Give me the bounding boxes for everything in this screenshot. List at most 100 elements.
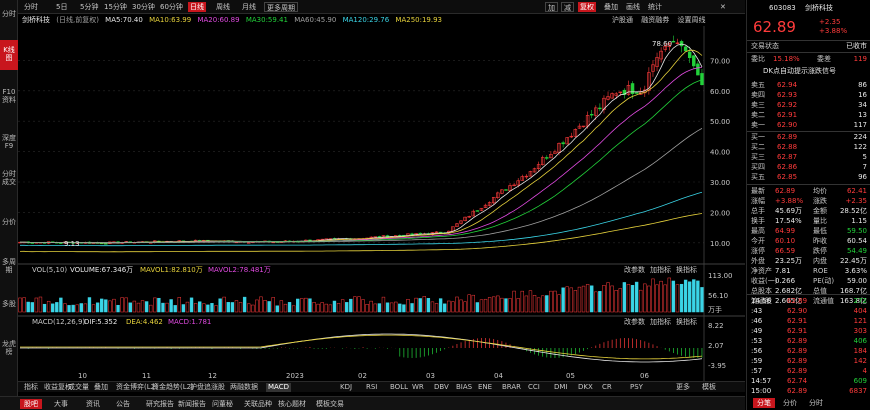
indicator-tab[interactable]: KDJ (338, 383, 354, 392)
vol-tool-add[interactable]: 加指标 (650, 265, 671, 274)
indicator-tab[interactable]: WR (410, 383, 426, 392)
candle-body (410, 233, 414, 236)
bottom-tab[interactable]: 大事 (50, 399, 72, 409)
indicator-tab[interactable]: 叠加 (92, 383, 110, 392)
indicator-tab[interactable]: 成交量 (66, 383, 91, 392)
vtab-f10[interactable]: F10资料 (0, 84, 18, 124)
indicator-tab[interactable]: CCI (526, 383, 542, 392)
indicator-tab[interactable]: RSI (364, 383, 379, 392)
indicator-tab[interactable]: 指标 (22, 383, 40, 392)
ask-row: 卖二 62.91 13 (751, 111, 867, 119)
vtab-depth[interactable]: 深度F9 (0, 130, 18, 160)
zoom-in-button[interactable]: 加 (545, 2, 558, 12)
macd-tool-switch[interactable]: 换指标 (676, 317, 697, 326)
legend-ma10: MA10:63.99 (149, 16, 192, 24)
volume-bar (508, 298, 512, 313)
volume-bar (149, 304, 153, 313)
indicator-tab[interactable]: 两融数据 (228, 383, 260, 392)
period-5day[interactable]: 5日 (54, 2, 69, 12)
peak-label: 78.60 (652, 40, 672, 48)
indicator-tab[interactable]: 更多 (674, 383, 692, 392)
kline-chart[interactable]: 70.00 60.00 50.00 40.00 30.00 20.00 10.00 10 11 1… (18, 26, 745, 381)
bottom-tab[interactable]: 新闻报告 (174, 399, 210, 409)
vtab-dragon-tiger[interactable]: 龙虎榜 (0, 336, 18, 372)
indicator-tab[interactable]: 护盘追涨股 (188, 383, 227, 392)
indicator-tab[interactable]: DMI (552, 383, 570, 392)
vtab-price-dist[interactable]: 分价 (0, 214, 18, 244)
period-5min[interactable]: 5分钟 (78, 2, 100, 12)
quote-bottom-tab[interactable]: 分笔 (753, 398, 775, 408)
low-label: 9.13 (64, 240, 80, 248)
indicator-tab[interactable]: ENE (476, 383, 494, 392)
time-axis-label: 03 (426, 372, 435, 380)
zoom-out-button[interactable]: 减 (561, 2, 574, 12)
vol-tool-switch[interactable]: 换指标 (676, 265, 697, 274)
period-monthly[interactable]: 月线 (240, 2, 258, 12)
close-icon[interactable]: ✕ (718, 2, 728, 12)
bottom-tab[interactable]: 研究报告 (142, 399, 178, 409)
draw-line-button[interactable]: 画线 (624, 2, 642, 12)
link-settings[interactable]: 设置周线 (677, 16, 705, 24)
volume-bar (349, 298, 353, 313)
period-weekly[interactable]: 周线 (214, 2, 232, 12)
link-hkconnect[interactable]: 沪股通 (612, 16, 633, 24)
quote-bottom-tab[interactable]: 分价 (779, 398, 801, 408)
bottom-tab[interactable]: 模板交易 (312, 399, 348, 409)
fq-button[interactable]: 复权 (578, 2, 596, 12)
volume-bar (357, 296, 361, 313)
volume-bar (300, 298, 304, 313)
price-axis-label: 20.00 (710, 209, 730, 217)
volume-bar (389, 302, 394, 313)
vtab-trades[interactable]: 分时成交 (0, 166, 18, 206)
indicator-tab[interactable]: BOLL (388, 383, 410, 392)
indicator-tab[interactable]: BIAS (454, 383, 474, 392)
indicator-tab[interactable]: PSY (628, 383, 645, 392)
bottom-tab[interactable]: 核心题材 (274, 399, 310, 409)
volume-bar (422, 296, 426, 313)
volume-bar (443, 303, 447, 313)
overlay-button[interactable]: 叠加 (602, 2, 620, 12)
volume-bar (614, 290, 618, 313)
stock-code: 603083 (769, 4, 796, 12)
vtab-timeshare[interactable]: 分时 (0, 6, 18, 30)
bottom-tab[interactable]: 关联品种 (240, 399, 276, 409)
vol-tool-params[interactable]: 改参数 (624, 265, 645, 274)
quote-bottom-tab[interactable]: 分时 (805, 398, 827, 408)
volume-bar (594, 291, 598, 313)
dk-signal-link[interactable]: DK点自动提示涨跌信号 (747, 66, 870, 76)
macd-tool-add[interactable]: 加指标 (650, 317, 671, 326)
period-15min[interactable]: 15分钟 (102, 2, 129, 12)
volume-bar (512, 290, 516, 313)
tick-row: 14:57 62.74 609 (751, 377, 867, 385)
bottom-tab[interactable]: 问董秘 (208, 399, 237, 409)
period-daily[interactable]: 日线 (188, 2, 206, 12)
left-side-tabs: 分时 K线图 F10资料 深度F9 分时成交 分价 多周期 多股 龙虎榜 (0, 0, 18, 396)
bottom-tab[interactable]: 股吧 (20, 399, 42, 409)
indicator-tab[interactable]: DKX (576, 383, 595, 392)
bottom-tab[interactable]: 资讯 (82, 399, 104, 409)
link-margin[interactable]: 融资融券 (641, 16, 669, 24)
vtab-kline[interactable]: K线图 (0, 40, 18, 70)
indicator-tab[interactable]: 模板 (700, 383, 718, 392)
period-more[interactable]: 更多周期 (264, 2, 298, 12)
period-30min[interactable]: 30分钟 (130, 2, 157, 12)
volume-bar (291, 305, 296, 313)
volume-bar (385, 302, 390, 313)
volume-bar (26, 301, 30, 313)
vtab-multi-stock[interactable]: 多股 (0, 296, 18, 326)
period-timeshare[interactable]: 分时 (22, 2, 40, 12)
stats-button[interactable]: 统计 (646, 2, 664, 12)
volume-bar (692, 279, 696, 313)
period-60min[interactable]: 60分钟 (158, 2, 185, 12)
volume-bar (308, 298, 312, 313)
indicator-tab[interactable]: DBV (432, 383, 451, 392)
bottom-tab[interactable]: 公告 (112, 399, 134, 409)
indicator-tab[interactable]: BRAR (500, 383, 523, 392)
macd-tool-params[interactable]: 改参数 (624, 317, 645, 326)
volume-bar (157, 297, 161, 313)
volume-bar (42, 303, 47, 313)
indicator-tab[interactable]: MACD (266, 383, 291, 392)
indicator-tab[interactable]: CR (600, 383, 614, 392)
volume-bar (238, 302, 243, 313)
vtab-multi-period[interactable]: 多周期 (0, 254, 18, 284)
